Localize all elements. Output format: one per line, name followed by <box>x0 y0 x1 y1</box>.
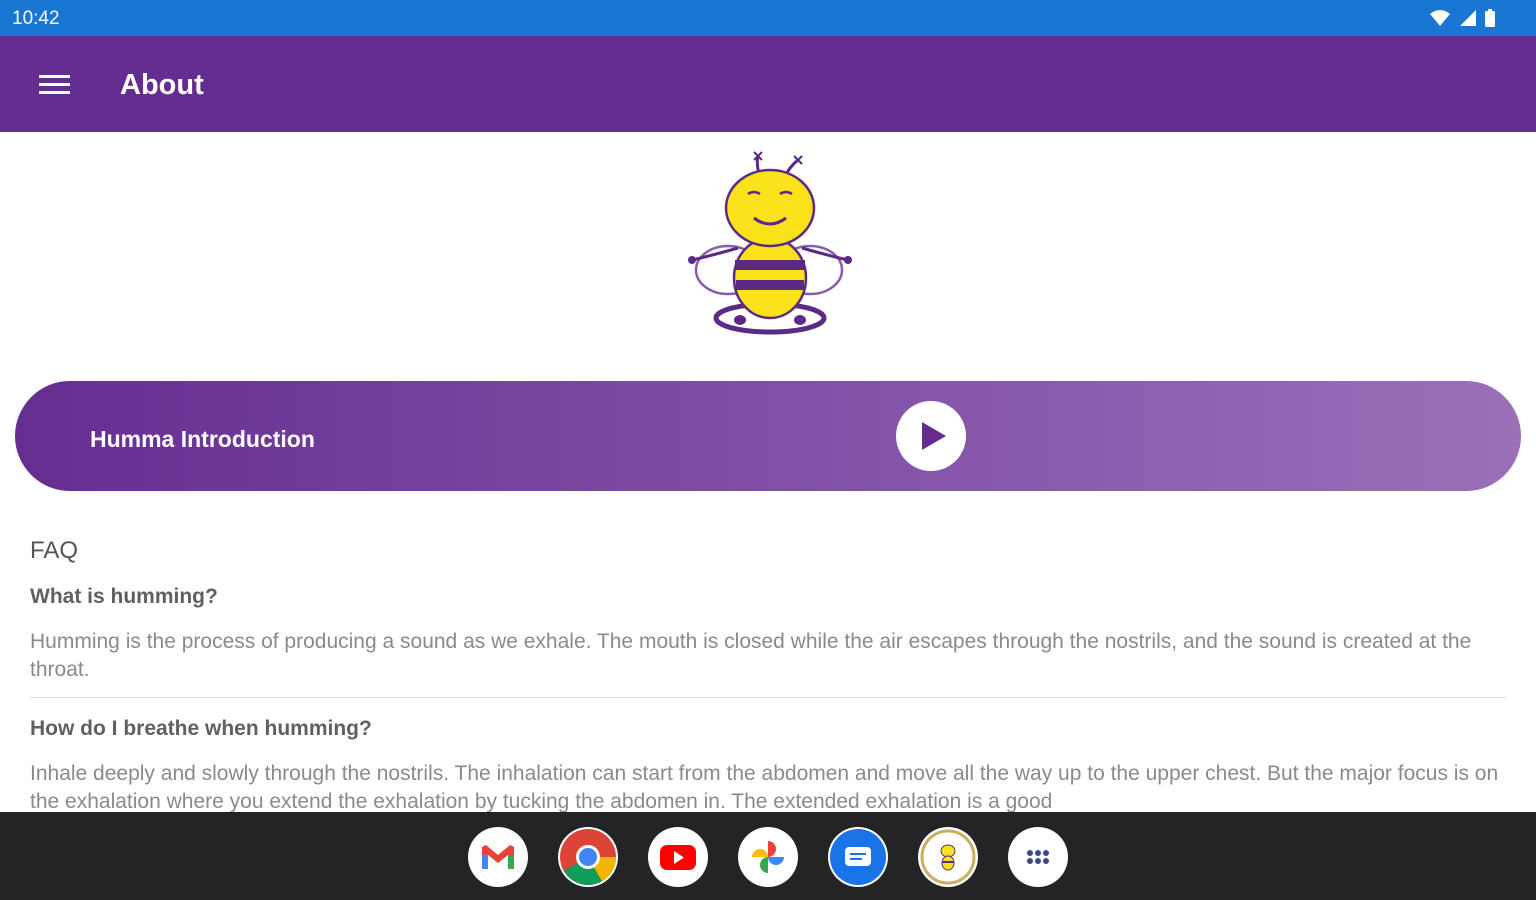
google-photos-icon[interactable] <box>738 827 798 887</box>
faq-heading: FAQ <box>30 537 79 564</box>
page-title: About <box>120 69 204 101</box>
youtube-icon[interactable] <box>648 827 708 887</box>
wifi-icon <box>1430 10 1451 26</box>
faq-divider <box>30 697 1506 698</box>
gmail-icon[interactable] <box>468 827 528 887</box>
taskbar-dock <box>0 812 1536 900</box>
play-icon <box>922 422 946 450</box>
status-bar: 10:42 <box>0 0 1536 36</box>
humma-app-icon[interactable] <box>918 827 978 887</box>
faq-question: How do I breathe when humming? <box>30 717 372 740</box>
status-icons <box>1427 8 1496 28</box>
app-drawer-icon[interactable] <box>1008 827 1068 887</box>
battery-icon <box>1485 9 1495 27</box>
play-button[interactable] <box>896 401 966 471</box>
faq-question: What is humming? <box>30 585 218 608</box>
status-time: 10:42 <box>12 8 60 29</box>
faq-answer: Inhale deeply and slowly through the nos… <box>30 762 1499 813</box>
bee-mascot-logo <box>680 148 860 343</box>
hamburger-menu-icon[interactable] <box>30 66 78 106</box>
intro-audio-player[interactable]: Humma Introduction <box>15 381 1521 491</box>
intro-label: Humma Introduction <box>90 426 315 452</box>
messages-icon[interactable] <box>828 827 888 887</box>
cell-signal-icon <box>1459 10 1476 26</box>
app-bar: About <box>0 36 1536 132</box>
faq-answer: Humming is the process of producing a so… <box>30 630 1472 681</box>
chrome-icon[interactable] <box>558 827 618 887</box>
